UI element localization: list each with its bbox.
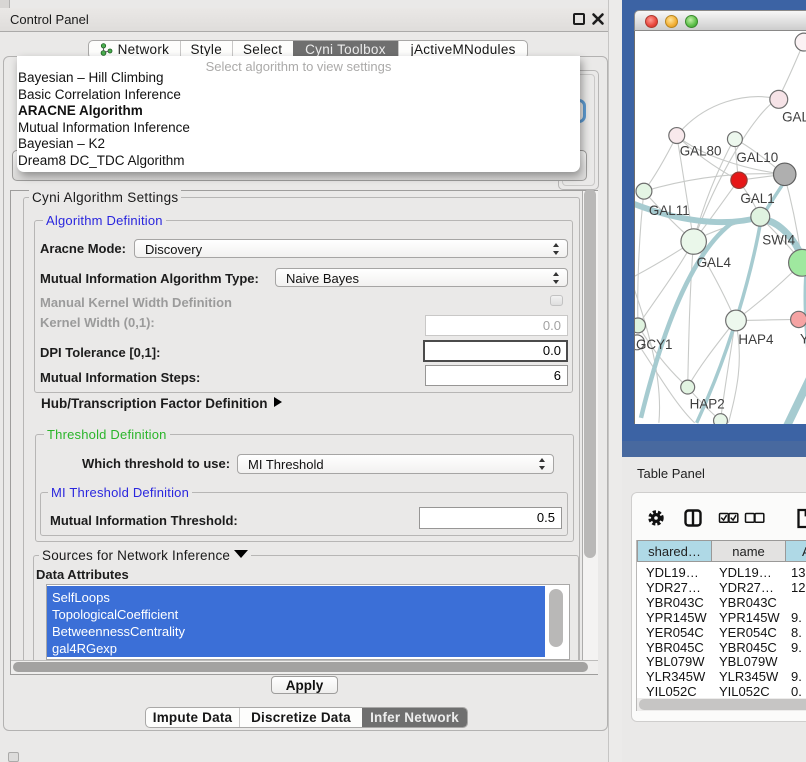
svg-text:Y: Y bbox=[800, 331, 806, 346]
svg-text:SWI4: SWI4 bbox=[762, 232, 795, 247]
svg-text:GAL80: GAL80 bbox=[680, 143, 722, 158]
svg-text:HAP4: HAP4 bbox=[738, 332, 774, 347]
svg-text:GAL8: GAL8 bbox=[782, 110, 806, 125]
svg-text:GAL10: GAL10 bbox=[736, 150, 778, 165]
svg-text:GAL1: GAL1 bbox=[740, 191, 774, 206]
svg-text:HAP2: HAP2 bbox=[690, 397, 725, 412]
svg-text:GCY1: GCY1 bbox=[636, 337, 673, 352]
svg-text:GAL4: GAL4 bbox=[697, 255, 732, 270]
svg-text:GAL11: GAL11 bbox=[649, 203, 690, 218]
